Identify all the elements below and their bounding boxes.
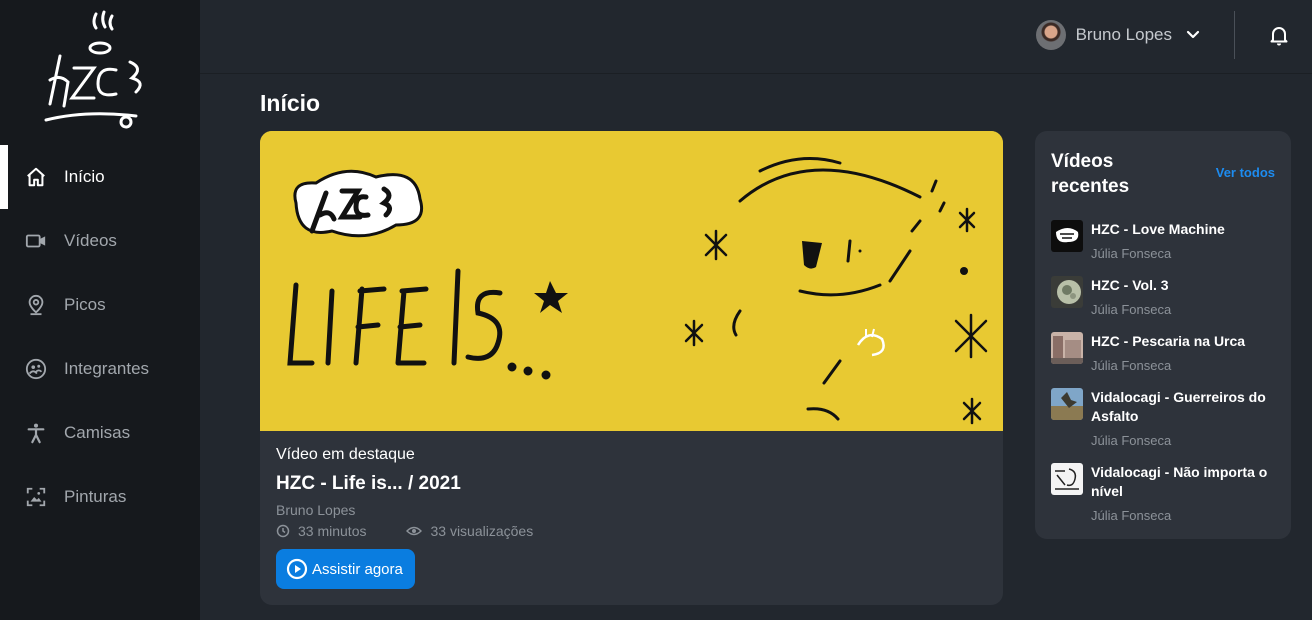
featured-author: Bruno Lopes [276, 502, 356, 518]
sidebar-item-label: Integrantes [64, 359, 150, 378]
sidebar-item-pinturas[interactable]: Pinturas [0, 465, 200, 529]
video-thumbnail [1051, 332, 1083, 364]
home-icon [24, 165, 48, 189]
video-thumbnail [1051, 276, 1083, 308]
list-item-author: Júlia Fonseca [1091, 433, 1172, 448]
list-item-title: HZC - Pescaria na Urca [1091, 333, 1246, 349]
views: 33 visualizações [406, 523, 533, 539]
sidebar-item-label: Vídeos [64, 231, 117, 250]
map-pin-icon [24, 293, 48, 317]
list-item-author: Júlia Fonseca [1091, 302, 1172, 317]
recent-videos-panel: Vídeos recentes Ver todos HZC - Love Mac… [1035, 131, 1291, 539]
bell-icon[interactable] [1267, 23, 1291, 47]
sidebar-item-inicio[interactable]: Início [0, 145, 200, 209]
duration-text: 33 minutos [298, 523, 367, 539]
sidebar-item-label: Pinturas [64, 487, 127, 506]
person-icon [24, 421, 48, 445]
chevron-down-icon [1186, 30, 1200, 39]
list-item[interactable]: Vidalocagi - Não importa o nível Júlia F… [1051, 463, 1281, 523]
header-divider [1234, 11, 1235, 59]
hzc-logo[interactable] [38, 10, 162, 132]
views-text: 33 visualizações [430, 523, 534, 539]
featured-thumbnail[interactable] [260, 131, 1003, 431]
list-item-title: HZC - Love Machine [1091, 221, 1225, 237]
video-thumbnail [1051, 220, 1083, 252]
group-icon [24, 357, 48, 381]
video-camera-icon [24, 229, 48, 253]
image-icon [24, 485, 48, 509]
play-circle-icon [286, 558, 308, 580]
eye-icon [406, 526, 423, 536]
list-item-title: Vidalocagi - Guerreiros do Asfalto [1091, 389, 1266, 424]
clock-icon [276, 524, 290, 538]
featured-label: Vídeo em destaque [276, 446, 415, 463]
list-item-author: Júlia Fonseca [1091, 358, 1172, 373]
sidebar-item-picos[interactable]: Picos [0, 273, 200, 337]
top-bar: Bruno Lopes [200, 0, 1312, 74]
watch-now-label: Assistir agora [312, 560, 403, 578]
recent-videos-title: Vídeos recentes [1051, 151, 1130, 197]
video-thumbnail [1051, 463, 1083, 495]
see-all-link[interactable]: Ver todos [1216, 165, 1275, 180]
sidebar-item-integrantes[interactable]: Integrantes [0, 337, 200, 401]
sidebar-item-label: Início [64, 167, 105, 186]
sidebar-item-videos[interactable]: Vídeos [0, 209, 200, 273]
watch-now-button[interactable]: Assistir agora [276, 549, 415, 589]
list-item-author: Júlia Fonseca [1091, 246, 1172, 261]
sidebar-item-camisas[interactable]: Camisas [0, 401, 200, 465]
list-item[interactable]: Vidalocagi - Guerreiros do Asfalto Júlia… [1051, 388, 1281, 448]
list-item-title: Vidalocagi - Não importa o nível [1091, 464, 1268, 499]
list-item[interactable]: HZC - Love Machine Júlia Fonseca [1051, 220, 1281, 261]
page-title: Início [260, 90, 321, 116]
list-item-author: Júlia Fonseca [1091, 508, 1172, 523]
sidebar-item-label: Camisas [64, 423, 131, 442]
list-item[interactable]: HZC - Pescaria na Urca Júlia Fonseca [1051, 332, 1281, 373]
duration: 33 minutos [276, 523, 366, 539]
list-item-title: HZC - Vol. 3 [1091, 277, 1169, 293]
sidebar-item-label: Picos [64, 295, 106, 314]
video-thumbnail [1051, 388, 1083, 420]
featured-video-card[interactable]: Vídeo em destaque HZC - Life is... / 202… [260, 131, 1003, 605]
sidebar: Início Vídeos Picos Integrantes Camisas … [0, 0, 200, 620]
avatar [1035, 20, 1066, 50]
user-name: Bruno Lopes [1075, 25, 1172, 44]
user-menu[interactable]: Bruno Lopes [1035, 18, 1200, 52]
featured-title[interactable]: HZC - Life is... / 2021 [276, 473, 461, 495]
list-item[interactable]: HZC - Vol. 3 Júlia Fonseca [1051, 276, 1281, 317]
featured-meta: 33 minutos 33 visualizações [276, 523, 533, 539]
